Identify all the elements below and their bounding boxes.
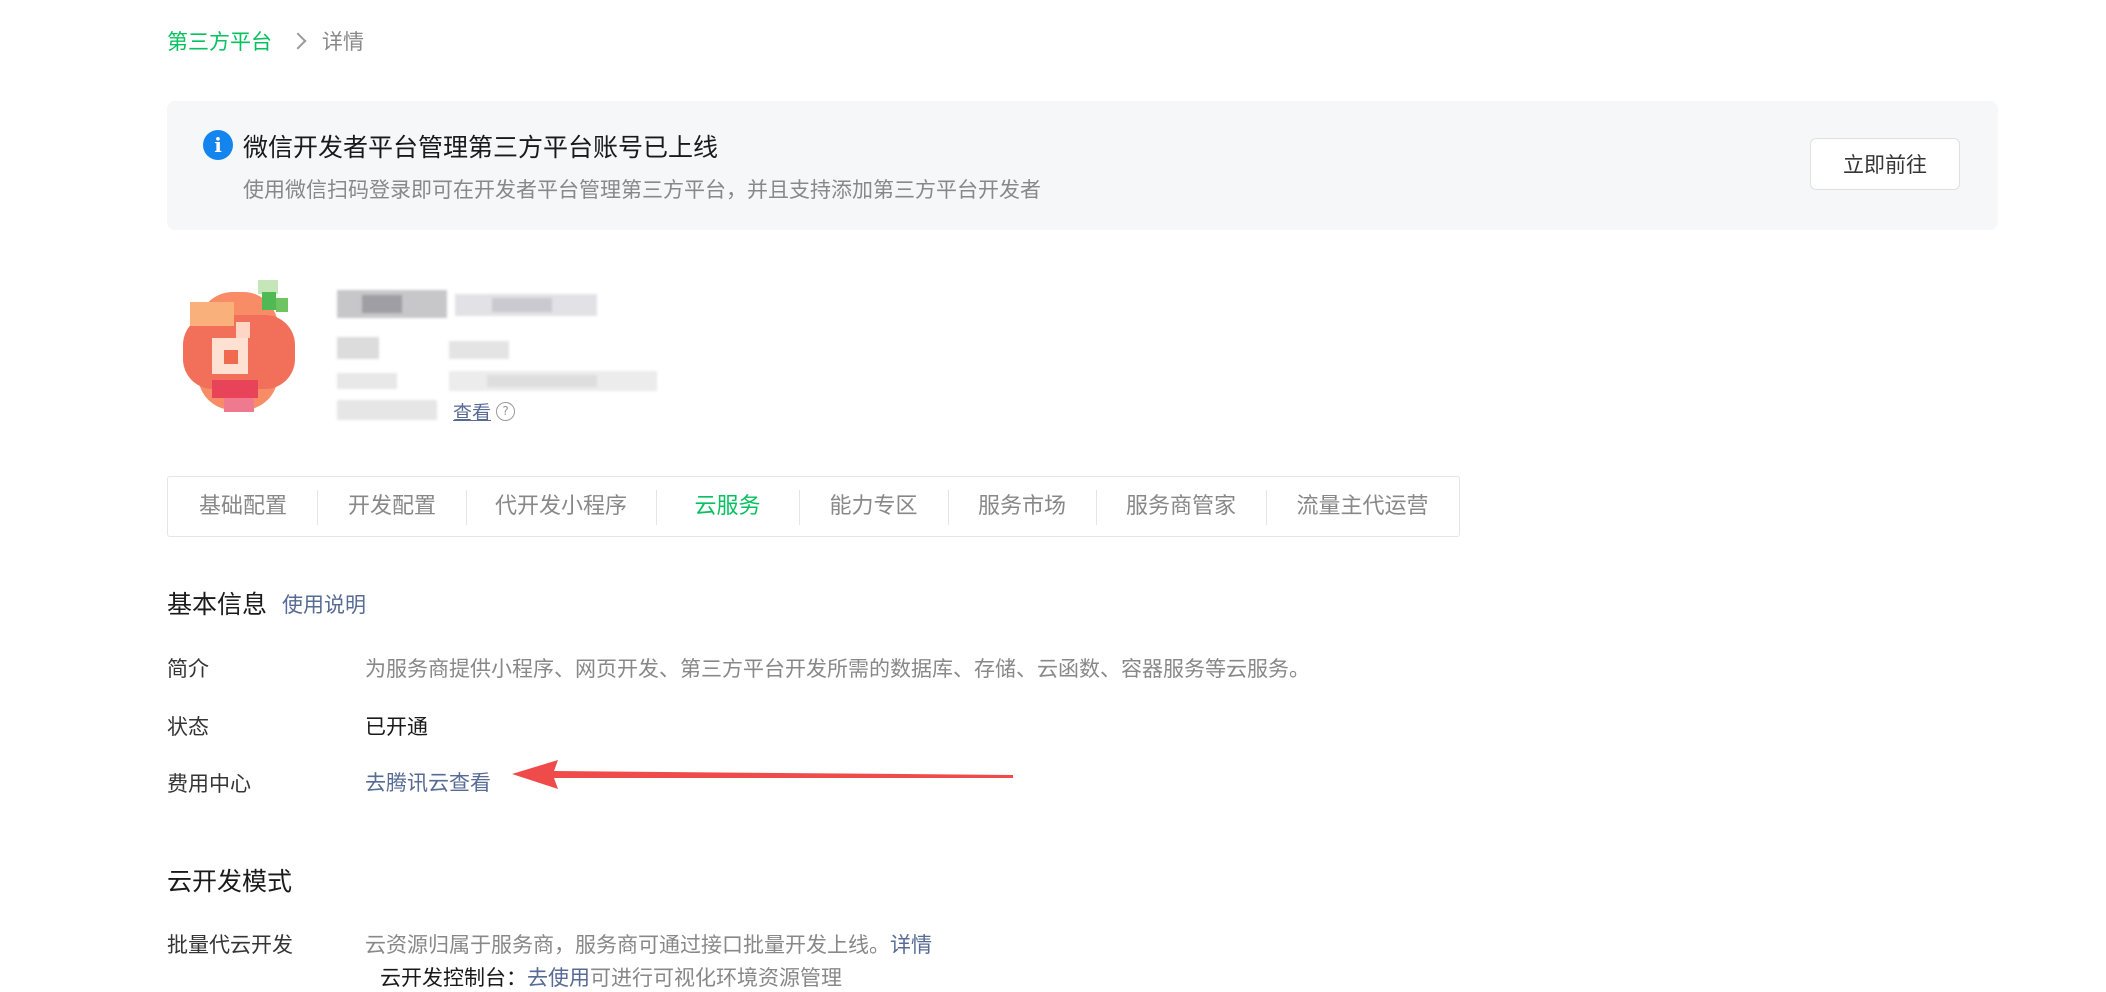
tab-agent-dev-miniprogram[interactable]: 代开发小程序 — [466, 477, 656, 536]
go-use-link[interactable]: 去使用 — [527, 966, 590, 990]
tab-dev-config[interactable]: 开发配置 — [318, 477, 466, 536]
status-label: 状态 — [167, 715, 209, 739]
breadcrumb-link-third-party-platform[interactable]: 第三方平台 — [167, 26, 272, 56]
avatar — [178, 280, 300, 418]
status-value: 已开通 — [365, 715, 428, 739]
usage-guide-link[interactable]: 使用说明 — [282, 589, 366, 619]
notice-description: 使用微信扫码登录即可在开发者平台管理第三方平台，并且支持添加第三方平台开发者 — [243, 178, 1041, 202]
cloud-console-desc: 可进行可视化环境资源管理 — [590, 966, 842, 990]
intro-label: 简介 — [167, 657, 209, 681]
cloud-console-label: 云开发控制台： — [380, 966, 527, 990]
cloud-console-row: 云开发控制台：去使用可进行可视化环境资源管理 — [380, 962, 842, 992]
cloud-dev-mode-title: 云开发模式 — [167, 867, 293, 896]
tab-basic-config[interactable]: 基础配置 — [168, 477, 318, 536]
tab-service-market[interactable]: 服务市场 — [948, 477, 1096, 536]
go-now-button[interactable]: 立即前往 — [1810, 138, 1960, 190]
tab-provider-butler[interactable]: 服务商管家 — [1096, 477, 1266, 536]
account-id-redacted — [337, 398, 447, 424]
tab-capability-zone[interactable]: 能力专区 — [799, 477, 948, 536]
account-info-redacted — [337, 333, 657, 393]
notice-title: 微信开发者平台管理第三方平台账号已上线 — [243, 133, 719, 162]
batch-cloud-dev-value: 云资源归属于服务商，服务商可通过接口批量开发上线。详情 — [365, 929, 932, 959]
annotation-arrow — [512, 760, 1013, 789]
account-name-redacted — [337, 286, 597, 322]
tab-traffic-operation[interactable]: 流量主代运营 — [1266, 477, 1459, 536]
tab-bar: 基础配置 开发配置 代开发小程序 云服务 能力专区 服务市场 服务商管家 流量主… — [167, 476, 1460, 537]
view-link[interactable]: 查看 — [453, 398, 491, 425]
details-link[interactable]: 详情 — [890, 933, 932, 957]
breadcrumb-current: 详情 — [322, 30, 364, 54]
question-circle-icon[interactable]: ? — [496, 402, 515, 421]
batch-cloud-dev-text: 云资源归属于服务商，服务商可通过接口批量开发上线。 — [365, 933, 890, 957]
breadcrumb: 第三方平台 详情 — [167, 26, 364, 56]
batch-cloud-dev-label: 批量代云开发 — [167, 933, 293, 957]
intro-value: 为服务商提供小程序、网页开发、第三方平台开发所需的数据库、存储、云函数、容器服务… — [365, 657, 1310, 681]
billing-center-label: 费用中心 — [167, 772, 251, 796]
tencent-cloud-link[interactable]: 去腾讯云查看 — [365, 767, 491, 797]
tab-cloud-service[interactable]: 云服务 — [656, 477, 799, 536]
info-icon: i — [203, 130, 233, 160]
notice-banner: i 微信开发者平台管理第三方平台账号已上线 使用微信扫码登录即可在开发者平台管理… — [167, 101, 1998, 230]
chevron-right-icon — [289, 32, 307, 50]
basic-info-title: 基本信息 — [167, 590, 268, 619]
